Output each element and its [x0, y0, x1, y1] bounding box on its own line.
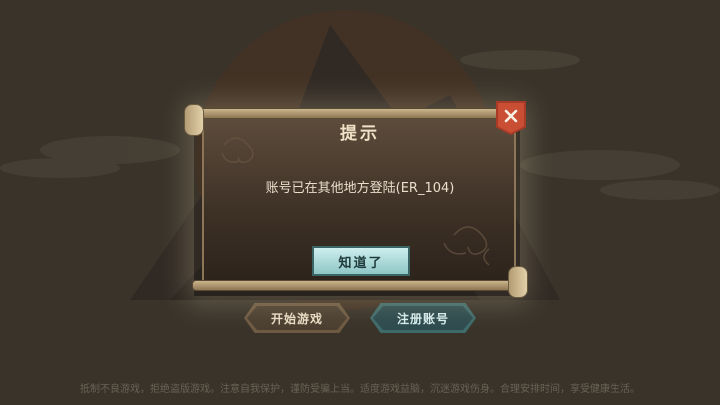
health-gaming-notice: 抵制不良游戏，拒绝盗版游戏。注意自我保护，谨防受骗上当。适度游戏益脑，沉迷游戏伤…	[80, 384, 640, 395]
confirm-button[interactable]: 知道了	[312, 246, 410, 276]
dialog-title: 提示	[340, 124, 380, 144]
scroll-rod-bottom	[192, 280, 524, 291]
confirm-button-label: 知道了	[338, 255, 384, 271]
start-game-button[interactable]: 开始游戏	[244, 303, 350, 333]
close-icon	[504, 109, 518, 123]
scroll-curl-right	[508, 266, 528, 298]
scroll-rod-top	[192, 108, 524, 119]
register-account-button[interactable]: 注册账号	[370, 303, 476, 333]
dialog-message: 账号已在其他地方登陆(ER_104)	[265, 181, 455, 196]
register-account-label: 注册账号	[396, 311, 449, 326]
start-game-label: 开始游戏	[270, 311, 323, 326]
